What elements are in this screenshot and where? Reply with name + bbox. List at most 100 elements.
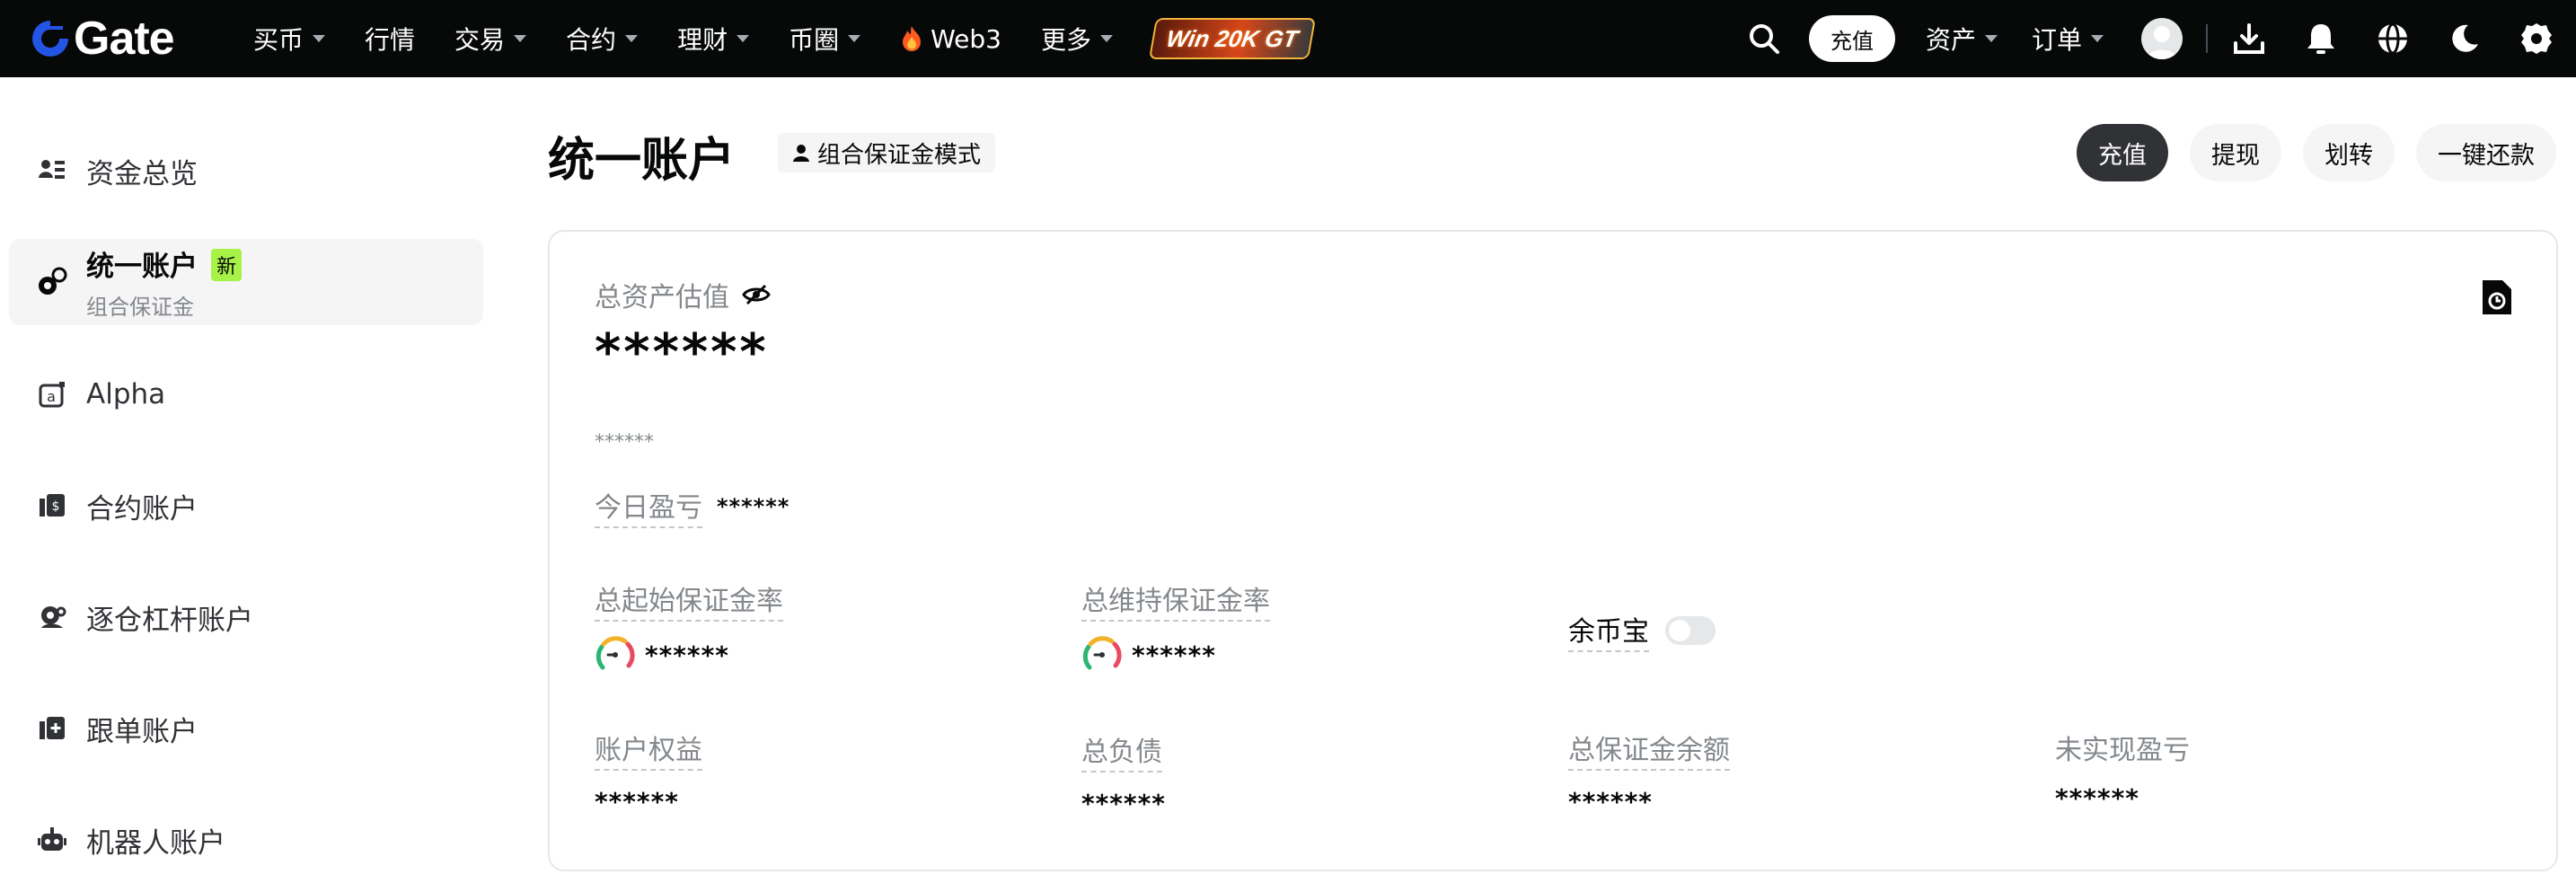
nav-label: 更多 <box>1040 25 1091 55</box>
sidebar-item-label: 逐仓杠杆账户 <box>86 604 253 637</box>
unrealized-pnl-value: ****** <box>2055 783 2139 813</box>
asset-summary-card: 总资产估值 ****** ****** 今日盈亏 ****** 总起始保证金率 … <box>548 230 2558 871</box>
gear-icon[interactable] <box>2519 21 2554 57</box>
withdraw-button[interactable]: 提现 <box>2190 124 2281 181</box>
fire-icon <box>903 26 922 51</box>
yubibao-label[interactable]: 余币宝 <box>1568 609 1649 652</box>
total-assets-header: 总资产估值 <box>595 275 771 314</box>
nav-assets[interactable]: 资产 <box>1926 0 1998 77</box>
portfolio-margin-mode-tag[interactable]: 组合保证金模式 <box>778 133 996 172</box>
maintenance-margin-label[interactable]: 总维持保证金率 <box>1081 578 1270 622</box>
nav-buy-crypto[interactable]: 买币 <box>253 0 326 77</box>
divider <box>2206 24 2208 53</box>
chevron-down-icon <box>1984 35 1998 42</box>
nav-web3[interactable]: Web3 <box>900 0 1001 77</box>
download-icon[interactable] <box>2231 21 2267 57</box>
margin-balance-value: ****** <box>1568 787 1653 817</box>
sidebar-item-text: 统一账户 新 组合保证金 <box>86 243 243 321</box>
total-liability-label[interactable]: 总负债 <box>1081 729 1162 773</box>
chevron-down-icon <box>2091 35 2104 42</box>
maintenance-margin-value: ****** <box>1132 640 1216 670</box>
initial-margin-value: ****** <box>645 640 729 670</box>
nav-label: 资产 <box>1925 25 1976 55</box>
initial-margin-label[interactable]: 总起始保证金率 <box>595 578 783 622</box>
nav-trade[interactable]: 交易 <box>454 0 527 77</box>
maintenance-margin-block: 总维持保证金率 ****** <box>1081 578 1270 675</box>
nav-more[interactable]: 更多 <box>1041 0 1113 77</box>
sidebar-item-copy-trading[interactable]: 跟单账户 <box>9 685 483 772</box>
globe-icon[interactable] <box>2375 21 2411 57</box>
total-liability-block: 总负债 ****** <box>1081 729 1166 818</box>
unified-account-icon <box>36 266 68 298</box>
alpha-icon: a <box>36 378 68 411</box>
nav-label: 合约 <box>566 25 617 55</box>
nav-community[interactable]: 币圈 <box>789 0 861 77</box>
promo-label: Win 20K GT <box>1148 18 1316 59</box>
nav-orders[interactable]: 订单 <box>2032 0 2104 77</box>
transfer-button[interactable]: 划转 <box>2303 124 2395 181</box>
account-equity-block: 账户权益 ****** <box>595 728 702 817</box>
yubibao-toggle[interactable] <box>1665 616 1716 645</box>
margin-gauge-icon <box>1082 636 1122 670</box>
promo-banner[interactable]: Win 20K GT <box>1148 0 1316 77</box>
chevron-down-icon <box>737 35 750 42</box>
total-assets-label: 总资产估值 <box>595 282 729 313</box>
chevron-down-icon <box>625 35 639 42</box>
nav-futures[interactable]: 合约 <box>566 0 639 77</box>
sidebar-item-futures-account[interactable]: $ 合约账户 <box>9 463 483 549</box>
hide-balance-icon[interactable] <box>742 284 771 305</box>
new-badge: 新 <box>211 249 243 281</box>
today-pnl: 今日盈亏 ****** <box>595 485 790 528</box>
bell-icon[interactable] <box>2303 21 2339 57</box>
top-deposit-button[interactable]: 充值 <box>1808 15 1895 62</box>
sidebar-item-bot-account[interactable]: 机器人账户 <box>9 797 483 883</box>
top-navigation-bar: Gate 买币 行情 交易 合约 理财 币圈 Web3 更多 Win 20K G… <box>0 0 2576 77</box>
history-report-icon[interactable] <box>2479 278 2513 320</box>
gate-logo[interactable]: Gate <box>29 9 221 68</box>
account-equity-label[interactable]: 账户权益 <box>595 728 702 771</box>
svg-text:a: a <box>47 388 56 405</box>
moon-icon[interactable] <box>2447 21 2483 57</box>
top-right-actions: 充值 资产 订单 <box>1746 0 2576 77</box>
margin-gauge-icon <box>595 636 635 670</box>
chevron-down-icon <box>313 35 326 42</box>
nav-markets[interactable]: 行情 <box>365 0 415 77</box>
gate-logo-icon <box>32 21 68 57</box>
nav-earn[interactable]: 理财 <box>677 0 750 77</box>
today-pnl-label[interactable]: 今日盈亏 <box>595 485 702 528</box>
unrealized-pnl-block: 未实现盈亏 ****** <box>2055 728 2190 813</box>
sidebar-item-overview[interactable]: 资金总览 <box>9 128 483 214</box>
nav-label: 订单 <box>2031 25 2082 55</box>
deposit-button[interactable]: 充值 <box>2077 124 2168 181</box>
margin-balance-label[interactable]: 总保证金余额 <box>1568 728 1730 771</box>
nav-label: 行情 <box>365 25 416 55</box>
futures-account-icon: $ <box>36 490 68 522</box>
sidebar-item-alpha[interactable]: a Alpha <box>9 351 483 437</box>
avatar[interactable] <box>2141 18 2183 59</box>
sidebar-item-label: 统一账户 <box>86 251 198 283</box>
account-sidebar: 资金总览 统一账户 新 组合保证金 a Alpha $ 合约账户 逐仓杠杆账户 <box>0 77 503 879</box>
margin-balance-block: 总保证金余额 ****** <box>1568 728 1730 817</box>
logo-text: Gate <box>74 13 175 65</box>
sidebar-item-unified-account[interactable]: 统一账户 新 组合保证金 <box>9 239 483 325</box>
sidebar-item-label: 机器人账户 <box>86 826 225 860</box>
main-nav: 买币 行情 交易 合约 理财 币圈 Web3 更多 Win 20K GT <box>253 0 1352 77</box>
nav-label: 理财 <box>677 25 728 55</box>
sidebar-item-label: 跟单账户 <box>86 715 198 748</box>
sidebar-item-label: 合约账户 <box>86 492 198 525</box>
nav-label: 买币 <box>253 25 304 55</box>
overview-icon <box>36 155 68 187</box>
sidebar-item-subtitle: 组合保证金 <box>86 295 194 320</box>
total-liability-value: ****** <box>1081 789 1166 818</box>
margin-account-icon <box>36 601 68 633</box>
nav-label: 币圈 <box>789 25 840 55</box>
sidebar-item-margin-account[interactable]: 逐仓杠杆账户 <box>9 574 483 660</box>
copy-trading-icon <box>36 712 68 745</box>
yubibao-block: 余币宝 <box>1568 609 1716 652</box>
nav-label: 交易 <box>454 25 506 55</box>
search-icon[interactable] <box>1746 21 1782 57</box>
mode-tag-label: 组合保证金模式 <box>817 141 982 169</box>
sidebar-item-label: Alpha <box>86 378 166 411</box>
account-equity-value: ****** <box>595 787 679 817</box>
one-click-repay-button[interactable]: 一键还款 <box>2416 124 2556 181</box>
